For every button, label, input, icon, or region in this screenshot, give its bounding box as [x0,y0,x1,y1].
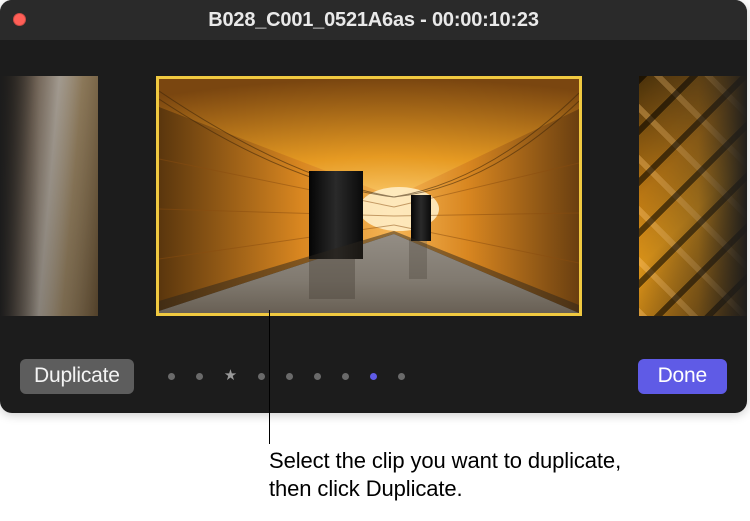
audition-dot[interactable] [168,373,175,380]
titlebar: B028_C001_0521A6as - 00:00:10:23 [0,0,747,40]
callout-text: Select the clip you want to duplicate, t… [269,447,669,503]
audition-dots: ★ [168,373,405,380]
clip-thumbnail-selected[interactable] [156,76,582,316]
window-title: B028_C001_0521A6as - 00:00:10:23 [0,9,747,32]
audition-favorite-icon[interactable]: ★ [224,372,237,379]
clip-thumbnail-next[interactable] [639,76,747,316]
audition-dot[interactable] [196,373,203,380]
close-button[interactable] [13,13,26,26]
audition-dot[interactable] [314,373,321,380]
bottom-toolbar: Duplicate ★ Done [0,351,747,413]
clip-viewer [0,46,747,346]
clip-thumbnail-prev[interactable] [0,76,98,316]
audition-dot[interactable] [258,373,265,380]
audition-dot[interactable] [342,373,349,380]
audition-dot-current[interactable] [370,373,377,380]
audition-dot[interactable] [286,373,293,380]
clip-image [159,79,579,313]
callout-line [269,310,270,444]
duplicate-button[interactable]: Duplicate [20,359,134,394]
audition-dot[interactable] [398,373,405,380]
done-button[interactable]: Done [638,359,727,394]
audition-window: B028_C001_0521A6as - 00:00:10:23 [0,0,747,413]
